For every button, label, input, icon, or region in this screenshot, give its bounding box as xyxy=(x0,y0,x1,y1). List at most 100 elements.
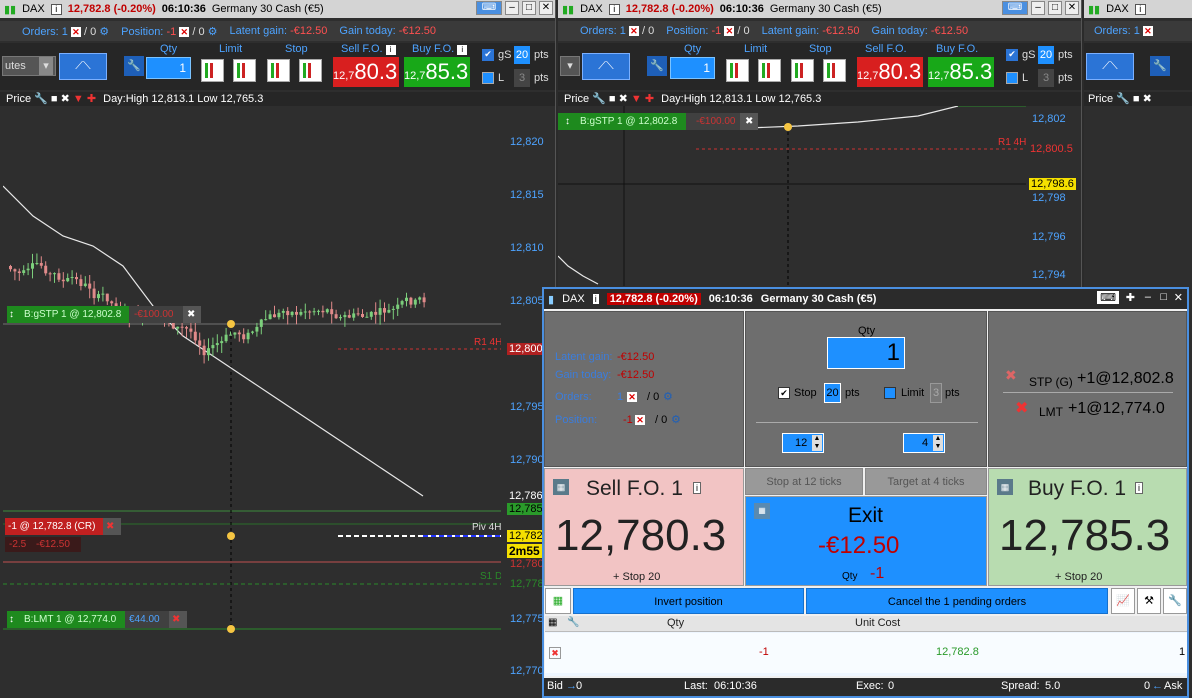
close-icon[interactable]: ✖ xyxy=(1143,93,1152,105)
wrench-icon[interactable]: 🔧 xyxy=(1116,93,1130,105)
cancel-pending-button[interactable]: Cancel the 1 pending orders xyxy=(806,588,1108,614)
cancel-orders-icon[interactable]: ✕ xyxy=(627,392,637,402)
price-axis-2[interactable]: 12,802 12,800.5 12,798.6 12,798 12,796 1… xyxy=(1028,106,1081,288)
gears-icon[interactable]: ⚙ xyxy=(208,26,218,38)
gs-points-input[interactable]: 20 xyxy=(514,46,530,64)
close-icon[interactable]: ✖ xyxy=(61,93,70,105)
buy-fo-button[interactable]: ▦ Buy F.O. 1 i 12,785.3 + Stop 20 xyxy=(988,468,1187,586)
maximize-button[interactable]: □ xyxy=(522,1,536,15)
qty-input[interactable]: 1 xyxy=(146,57,191,79)
table-row[interactable]: ✖ -1 12,782.8 1 xyxy=(545,633,1187,673)
cancel-stp-icon[interactable]: ✖ xyxy=(1005,367,1017,384)
price-chart-1[interactable] xyxy=(3,106,501,698)
keyboard-icon[interactable]: ⌨ xyxy=(1002,1,1028,15)
stop-checkbox[interactable]: ✔ xyxy=(778,387,790,399)
position-close-icon[interactable]: ✖ xyxy=(106,518,114,535)
gears-icon[interactable]: ⚙ xyxy=(99,26,109,38)
sell-fo-button[interactable]: 12,780.3 xyxy=(333,57,399,87)
limit-points-input[interactable]: 3 xyxy=(930,383,942,403)
stp-arrow-icon[interactable]: ↕ xyxy=(565,113,570,130)
pin-icon[interactable]: ✚ xyxy=(1126,291,1135,304)
settings-icon[interactable]: 🔧 xyxy=(1163,588,1187,614)
qty-input[interactable]: 1 xyxy=(827,337,905,369)
gears-icon[interactable]: ⚙ xyxy=(663,390,673,403)
square-icon[interactable]: ■ xyxy=(609,93,616,105)
target-ticks-spinner[interactable]: 4 ▲ ▼ xyxy=(903,433,945,453)
spinner-arrows-icon[interactable]: ▲ ▼ xyxy=(933,435,943,451)
stop-ticks-spinner[interactable]: 12 ▲ ▼ xyxy=(782,433,824,453)
buy-stop-button[interactable] xyxy=(267,59,290,82)
tools-icon[interactable]: ⚒ xyxy=(1137,588,1161,614)
flag-icon[interactable]: ▼ xyxy=(73,93,84,105)
target-at-ticks-button[interactable]: Target at 4 ticks xyxy=(865,468,987,495)
invert-position-button[interactable]: Invert position xyxy=(573,588,804,614)
chart-icon[interactable]: 📈 xyxy=(1111,588,1135,614)
cancel-lmt-icon[interactable]: ✖ xyxy=(1015,398,1028,418)
gs-checkbox[interactable]: ✔ xyxy=(482,49,494,61)
cancel-orders-icon[interactable]: ✕ xyxy=(70,26,81,37)
close-icon[interactable]: ✖ xyxy=(619,93,628,105)
buy-fo-button[interactable]: 12,785.3 xyxy=(404,57,470,87)
sell-limit-button[interactable] xyxy=(233,59,256,82)
stp-arrow-icon[interactable]: ↕ xyxy=(9,306,14,323)
sell-fo-button[interactable]: 12,780.3 xyxy=(857,57,923,87)
calculator-icon[interactable]: ▦ xyxy=(553,479,569,495)
gs-points-input[interactable]: 20 xyxy=(1038,46,1054,64)
stp-close-icon[interactable]: ✖ xyxy=(745,113,753,130)
keyboard-icon[interactable]: ⌨ xyxy=(476,1,502,15)
add-icon[interactable]: ✚ xyxy=(87,93,96,105)
wrench-icon[interactable]: 🔧 xyxy=(647,56,667,76)
wrench-icon[interactable]: 🔧 xyxy=(1150,56,1170,76)
sell-fo-button[interactable]: ▦ Sell F.O. 1 i 12,780.3 + Stop 20 xyxy=(544,468,744,586)
info-icon[interactable]: i xyxy=(608,3,620,15)
minimize-button[interactable]: – xyxy=(505,1,519,15)
buy-stop-button[interactable] xyxy=(791,59,814,82)
add-icon[interactable]: ✚ xyxy=(645,93,654,105)
square-icon[interactable]: ■ xyxy=(51,93,58,105)
l-checkbox[interactable] xyxy=(1006,72,1018,84)
close-position-icon[interactable]: ✕ xyxy=(724,26,735,36)
stop-at-ticks-button[interactable]: Stop at 12 ticks xyxy=(745,468,863,495)
timeframe-select[interactable]: ▾ xyxy=(560,56,580,76)
maximize-button[interactable]: □ xyxy=(1048,1,1062,15)
exit-button[interactable]: ▦ Exit -€12.50 Qty -1 xyxy=(745,496,987,586)
lmt-arrow-icon[interactable]: ↕ xyxy=(9,611,14,628)
stop-points-input[interactable]: 20 xyxy=(824,383,841,403)
l-checkbox[interactable] xyxy=(482,72,494,84)
lmt-close-icon[interactable]: ✖ xyxy=(172,611,180,628)
sell-limit-button[interactable] xyxy=(758,59,781,82)
info-icon[interactable]: i xyxy=(693,482,701,494)
info-icon[interactable]: i xyxy=(592,294,599,304)
cancel-orders-icon[interactable]: ✕ xyxy=(1142,26,1153,36)
grid-menu-icon[interactable]: ▦ xyxy=(545,588,571,614)
spinner-arrows-icon[interactable]: ▲ ▼ xyxy=(812,435,822,451)
cancel-orders-icon[interactable]: ✕ xyxy=(628,26,639,36)
drawing-tools-button[interactable]: ⟋⟍ xyxy=(59,53,107,80)
wrench-icon[interactable]: 🔧 xyxy=(592,93,606,105)
close-button[interactable]: ✕ xyxy=(539,1,553,15)
wrench-icon[interactable]: 🔧 xyxy=(34,93,48,105)
info-icon[interactable]: i xyxy=(1134,3,1146,15)
close-button[interactable]: ✕ xyxy=(1065,1,1079,15)
close-position-icon[interactable]: ✕ xyxy=(635,415,645,425)
wrench-icon[interactable]: 🔧 xyxy=(124,56,144,76)
l-points-input[interactable]: 3 xyxy=(514,69,530,87)
info-icon[interactable]: i xyxy=(1135,482,1143,494)
info-icon[interactable]: i xyxy=(50,3,62,15)
stp-close-icon[interactable]: ✖ xyxy=(187,306,195,323)
buy-fo-button[interactable]: 12,785.3 xyxy=(928,57,994,87)
price-chart-2[interactable] xyxy=(558,106,1026,286)
buy-limit-button[interactable] xyxy=(201,59,224,82)
qty-input[interactable]: 1 xyxy=(670,57,715,79)
drawing-tools-button[interactable]: ⟋⟍ xyxy=(1086,53,1134,80)
gs-checkbox[interactable]: ✔ xyxy=(1006,49,1018,61)
maximize-button[interactable]: □ xyxy=(1160,291,1167,303)
close-row-icon[interactable]: ✖ xyxy=(549,647,561,659)
close-position-icon[interactable]: ✕ xyxy=(179,26,190,37)
limit-checkbox[interactable] xyxy=(884,387,896,399)
minimize-button[interactable]: – xyxy=(1031,1,1045,15)
close-button[interactable]: ✕ xyxy=(1174,291,1183,304)
square-icon[interactable]: ■ xyxy=(1133,93,1140,105)
sell-stop-button[interactable] xyxy=(823,59,846,82)
flag-icon[interactable]: ▼ xyxy=(631,93,642,105)
